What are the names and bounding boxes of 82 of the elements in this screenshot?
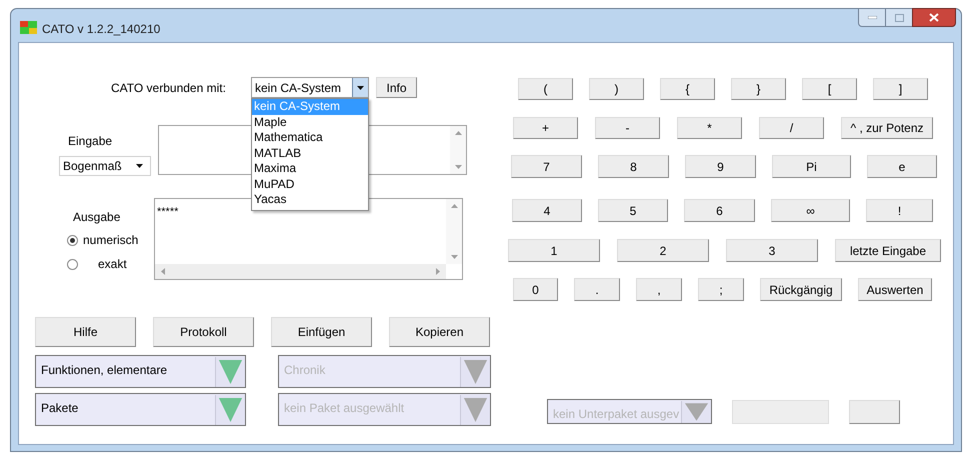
system-dropdown[interactable]: kein CA-System bbox=[251, 77, 369, 98]
dropdown-option[interactable]: Mathematica bbox=[252, 130, 368, 146]
window-title: CATO v 1.2.2_140210 bbox=[42, 21, 160, 38]
dropdown-option[interactable]: MuPAD bbox=[252, 176, 368, 192]
dropdown[interactable]: Funktionen, elementare bbox=[35, 355, 246, 388]
input-label: Eingabe bbox=[68, 133, 114, 150]
keypad-button[interactable]: ^ , zur Potenz bbox=[841, 117, 933, 139]
scroll-up-icon[interactable] bbox=[450, 204, 458, 208]
keypad-button[interactable]: - bbox=[595, 117, 660, 139]
keypad-button[interactable]: 5 bbox=[598, 199, 668, 222]
close-button[interactable] bbox=[912, 8, 956, 27]
dropdown[interactable]: Pakete bbox=[35, 393, 246, 426]
action-button[interactable]: Einfügen bbox=[271, 317, 372, 347]
keypad-button[interactable]: ! bbox=[866, 199, 933, 222]
dropdown-option[interactable]: Maxima bbox=[252, 161, 368, 176]
dropdown-value: Chronik bbox=[283, 362, 326, 379]
dropdown-option[interactable]: MATLAB bbox=[252, 146, 368, 161]
maximize-button[interactable] bbox=[886, 8, 912, 27]
horizontal-scrollbar[interactable] bbox=[155, 264, 446, 279]
dropdown-value: kein Unterpaket ausgev bbox=[552, 406, 680, 423]
blank-button[interactable] bbox=[849, 400, 900, 424]
angle-dropdown[interactable]: Bogenmaß bbox=[59, 156, 151, 176]
caret-icon bbox=[136, 164, 143, 168]
close-icon bbox=[929, 13, 939, 22]
scroll-up-icon[interactable] bbox=[454, 131, 462, 135]
keypad-button[interactable]: . bbox=[574, 278, 620, 301]
scroll-right-icon[interactable] bbox=[436, 268, 440, 275]
keypad-button[interactable]: ∞ bbox=[771, 199, 850, 222]
scrollbar[interactable] bbox=[446, 199, 462, 264]
keypad-button[interactable]: { bbox=[660, 78, 715, 100]
keypad-button[interactable]: ; bbox=[698, 278, 744, 301]
action-button[interactable]: Protokoll bbox=[153, 317, 254, 347]
dropdown-value: Funktionen, elementare bbox=[40, 362, 168, 379]
keypad-button[interactable]: , bbox=[636, 278, 682, 301]
keypad-button[interactable]: 0 bbox=[513, 278, 558, 301]
dropdown-value: Bogenmaß bbox=[63, 158, 123, 175]
app-logo-icon bbox=[20, 21, 37, 34]
keypad-button[interactable]: } bbox=[731, 78, 786, 100]
keypad-button[interactable]: 3 bbox=[726, 239, 818, 262]
scroll-left-icon[interactable] bbox=[161, 268, 165, 275]
keypad-button[interactable]: 4 bbox=[512, 199, 582, 222]
keypad-button[interactable]: 8 bbox=[598, 155, 669, 178]
scrollbar[interactable] bbox=[450, 126, 466, 174]
minimize-icon bbox=[868, 16, 876, 19]
keypad-button[interactable]: 7 bbox=[511, 155, 582, 178]
output-label: Ausgabe bbox=[73, 209, 122, 226]
radio-label: numerisch bbox=[83, 232, 138, 249]
keypad-button[interactable]: 1 bbox=[508, 239, 600, 262]
text-field[interactable] bbox=[732, 400, 829, 424]
connection-label: CATO verbunden mit: bbox=[111, 80, 227, 96]
minimize-button[interactable] bbox=[858, 8, 886, 27]
keypad-button[interactable]: 6 bbox=[684, 199, 755, 222]
action-button[interactable]: Hilfe bbox=[35, 317, 136, 347]
action-button[interactable]: Kopieren bbox=[389, 317, 490, 347]
dropdown-value: kein CA-System bbox=[254, 80, 342, 96]
keypad-button[interactable]: ) bbox=[589, 78, 644, 100]
keypad-button[interactable]: e bbox=[867, 155, 937, 178]
radio-label: exakt bbox=[98, 256, 127, 273]
dropdown-option[interactable]: Yacas bbox=[252, 192, 368, 208]
keypad-button[interactable]: * bbox=[677, 117, 742, 139]
dropdown-value: kein Paket ausgewählt bbox=[283, 400, 406, 417]
dropdown-value: Pakete bbox=[40, 400, 80, 417]
radio-button[interactable] bbox=[67, 234, 78, 246]
scroll-down-icon[interactable] bbox=[454, 165, 462, 169]
keypad-button[interactable]: letzte Eingabe bbox=[835, 239, 941, 262]
keypad-button[interactable]: [ bbox=[802, 78, 857, 100]
keypad-button[interactable]: Pi bbox=[772, 155, 851, 178]
caret-icon bbox=[357, 86, 364, 90]
keypad-button[interactable]: + bbox=[513, 117, 578, 139]
keypad-button[interactable]: ] bbox=[873, 78, 928, 100]
keypad-button[interactable]: Auswerten bbox=[858, 278, 932, 301]
info-button[interactable]: Info bbox=[376, 77, 417, 98]
keypad-button[interactable]: Rückgängig bbox=[760, 278, 842, 301]
maximize-icon bbox=[894, 14, 904, 22]
keypad-button[interactable]: ( bbox=[518, 78, 573, 100]
keypad-button[interactable]: / bbox=[759, 117, 824, 139]
keypad-button[interactable]: 2 bbox=[617, 239, 709, 262]
scroll-down-icon[interactable] bbox=[450, 255, 458, 259]
radio-button[interactable] bbox=[67, 258, 78, 270]
dropdown-option[interactable]: Maple bbox=[252, 114, 368, 130]
keypad-button[interactable]: 9 bbox=[685, 155, 756, 178]
output-text: ***** bbox=[157, 206, 178, 218]
